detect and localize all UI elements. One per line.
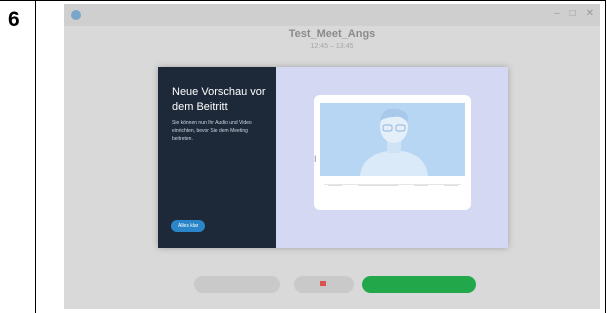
- meeting-title: Test_Meet_Angs: [288, 28, 376, 40]
- mouse-cursor-icon: I: [314, 154, 317, 164]
- preview-footer: [64, 268, 600, 302]
- dialog-body-text: Sie können nun Ihr Audio und Video einri…: [172, 120, 252, 142]
- placeholder-bar: [444, 185, 458, 186]
- minimize-icon[interactable]: –: [554, 8, 560, 20]
- window-titlebar: – □ ✕: [64, 4, 600, 26]
- window-controls: – □ ✕: [554, 8, 594, 20]
- step-number: 6: [8, 8, 20, 31]
- got-it-button[interactable]: Alles klar: [171, 220, 206, 232]
- placeholder-bar: [328, 185, 342, 186]
- video-preview-illustration: [320, 103, 465, 176]
- join-meeting-button[interactable]: [362, 276, 476, 293]
- table-column-divider: [35, 0, 36, 313]
- table-right-border: [605, 0, 606, 313]
- close-icon[interactable]: ✕: [586, 8, 594, 20]
- meeting-window-screenshot: – □ ✕ Test_Meet_Angs 12:45 – 13:45 Neue …: [64, 4, 600, 309]
- placeholder-bar: [414, 185, 428, 186]
- audio-settings-button[interactable]: [194, 276, 280, 293]
- meeting-time: 12:45 – 13:45: [310, 43, 354, 50]
- preview-card-illustration: [314, 95, 471, 210]
- table-top-border: [0, 0, 606, 1]
- dialog-heading: Neue Vorschau vor dem Beitritt: [172, 86, 266, 113]
- app-icon: [71, 10, 81, 20]
- person-illustration-icon: [320, 103, 465, 176]
- dialog-illustration-panel: [276, 67, 508, 248]
- preview-dialog: Neue Vorschau vor dem Beitritt Sie könne…: [158, 67, 508, 248]
- dialog-info-panel: Neue Vorschau vor dem Beitritt Sie könne…: [158, 67, 276, 248]
- meeting-header: Test_Meet_Angs 12:45 – 13:45: [64, 28, 600, 50]
- video-toggle-button[interactable]: [294, 276, 354, 293]
- preview-controls-illustration: [328, 185, 458, 186]
- camera-off-icon: [319, 280, 326, 286]
- placeholder-bar: [358, 185, 398, 186]
- maximize-icon[interactable]: □: [570, 8, 576, 20]
